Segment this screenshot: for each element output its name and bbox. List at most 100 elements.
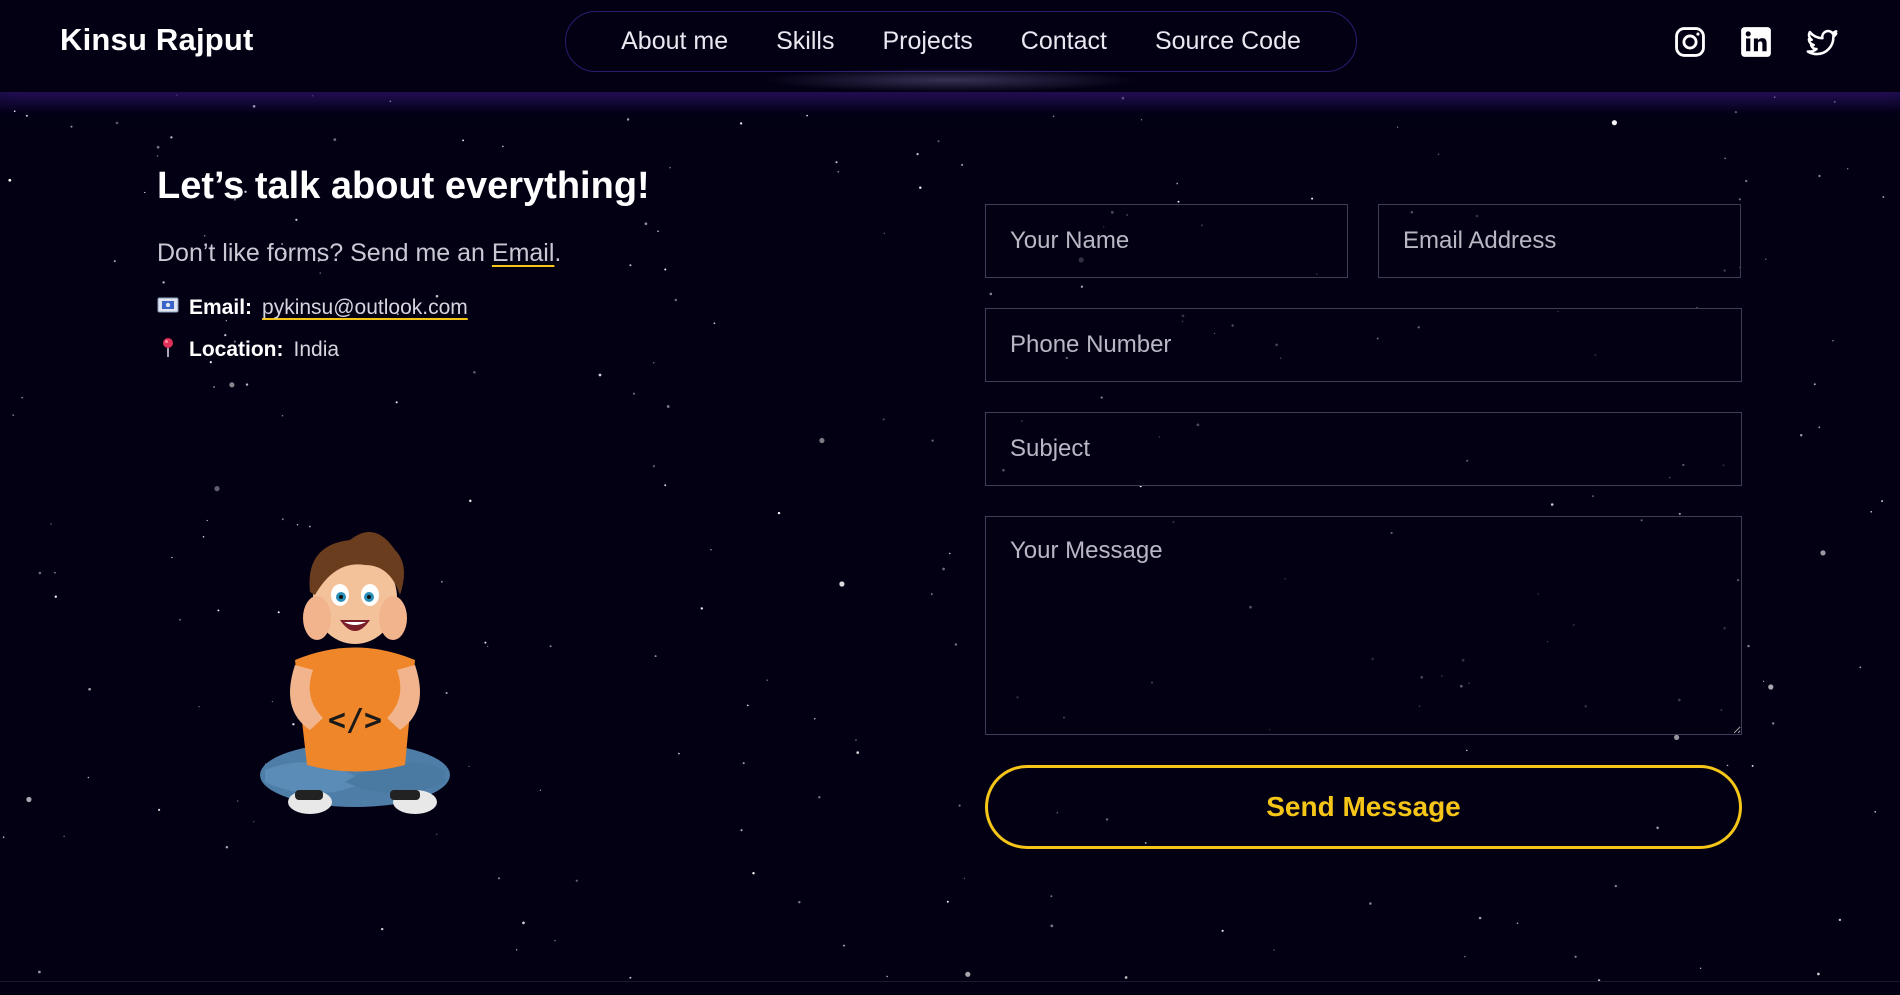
instagram-icon[interactable] <box>1672 24 1708 60</box>
star <box>217 609 220 612</box>
nav-about-me[interactable]: About me <box>621 27 728 56</box>
star <box>766 679 768 681</box>
star <box>38 970 41 974</box>
star <box>157 808 161 812</box>
star <box>1870 510 1873 513</box>
star <box>837 170 840 173</box>
star <box>236 800 239 802</box>
star <box>629 976 632 979</box>
nav-source-code[interactable]: Source Code <box>1155 27 1301 56</box>
star <box>946 900 949 903</box>
email-link[interactable]: Email <box>492 239 555 267</box>
star <box>156 145 160 149</box>
star <box>1464 955 1466 958</box>
star <box>856 751 860 754</box>
star <box>8 178 12 182</box>
star <box>1611 120 1617 126</box>
star <box>171 556 173 559</box>
name-email-row <box>985 204 1742 278</box>
star <box>213 386 216 388</box>
phone-input[interactable] <box>985 308 1742 382</box>
star <box>522 921 525 925</box>
star <box>1614 884 1618 888</box>
star <box>806 114 808 117</box>
email-address-link[interactable]: pykinsu@outlook.com <box>262 296 468 320</box>
star <box>1396 126 1399 128</box>
star <box>25 114 28 117</box>
star <box>1437 153 1440 156</box>
star <box>1820 550 1826 556</box>
star <box>50 523 52 525</box>
star <box>462 139 464 142</box>
star <box>502 145 504 148</box>
header-glow <box>0 92 1900 114</box>
brand-name[interactable]: Kinsu Rajput <box>60 22 254 58</box>
star <box>1882 196 1885 198</box>
star <box>1765 258 1767 260</box>
star <box>178 618 182 621</box>
nav-contact[interactable]: Contact <box>1021 27 1107 56</box>
contact-info: Let’s talk about everything! Don’t like … <box>157 165 650 380</box>
star <box>664 268 667 271</box>
star <box>1052 115 1055 118</box>
linkedin-icon[interactable] <box>1738 24 1774 60</box>
star <box>963 877 966 880</box>
pin-icon <box>157 336 179 364</box>
star <box>1273 949 1275 951</box>
star <box>229 382 235 388</box>
send-message-button[interactable]: Send Message <box>985 765 1742 849</box>
star <box>1881 500 1884 503</box>
star <box>63 835 65 838</box>
star <box>742 762 745 765</box>
star <box>144 191 146 194</box>
star <box>819 437 825 444</box>
star <box>1516 922 1519 925</box>
star <box>1847 168 1849 170</box>
star <box>883 232 885 234</box>
star <box>1311 197 1314 200</box>
developer-illustration: </> <box>255 520 455 830</box>
email-input[interactable] <box>1378 204 1741 278</box>
star <box>919 186 922 189</box>
star <box>652 361 655 364</box>
contact-subtext: Don’t like forms? Send me an Email. <box>157 239 650 268</box>
star <box>539 789 542 791</box>
star <box>436 833 438 835</box>
star <box>669 166 671 169</box>
message-textarea[interactable] <box>985 516 1742 735</box>
star <box>469 499 472 503</box>
star <box>380 927 384 931</box>
svg-text:</>: </> <box>328 703 382 738</box>
subject-input[interactable] <box>985 412 1742 486</box>
nav-projects[interactable]: Projects <box>882 27 972 56</box>
star <box>931 593 933 595</box>
star <box>942 567 945 571</box>
name-input[interactable] <box>985 204 1348 278</box>
star <box>497 877 501 880</box>
star <box>739 122 743 125</box>
star <box>70 125 73 128</box>
twitter-icon[interactable] <box>1804 24 1840 60</box>
nav-skills[interactable]: Skills <box>776 27 834 56</box>
star <box>2 836 5 839</box>
star <box>1574 955 1577 958</box>
star <box>937 140 940 143</box>
star <box>814 718 816 720</box>
star <box>664 484 667 487</box>
contact-heading: Let’s talk about everything! <box>157 165 650 207</box>
star <box>1813 383 1816 386</box>
contact-form: Send Message <box>985 204 1742 849</box>
star <box>54 595 57 598</box>
social-links <box>1672 24 1840 60</box>
star <box>1818 426 1821 429</box>
star <box>38 571 42 575</box>
star <box>1838 918 1842 922</box>
star <box>26 796 32 803</box>
star <box>245 383 249 386</box>
star <box>1874 811 1876 813</box>
contact-details: Email: pykinsu@outlook.com Location: Ind… <box>157 296 650 364</box>
star <box>916 152 919 156</box>
star <box>855 739 857 741</box>
location-label: Location: <box>189 338 284 361</box>
main-nav: About me Skills Projects Contact Source … <box>565 11 1357 72</box>
